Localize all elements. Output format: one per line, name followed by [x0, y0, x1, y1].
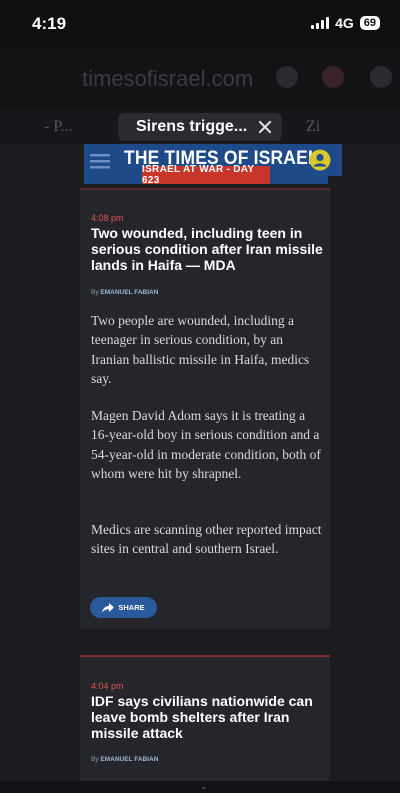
notification-icon[interactable] [276, 66, 298, 88]
entry-byline: By EMANUEL FABIAN [91, 756, 158, 763]
author-link[interactable]: EMANUEL FABIAN [100, 289, 158, 296]
entry-byline: By EMANUEL FABIAN [91, 289, 158, 296]
status-indicators: 4G 69 [311, 15, 380, 31]
profile-icon[interactable] [370, 66, 392, 88]
url-text[interactable]: timesofisrael.com [82, 66, 253, 92]
share-arrow-icon [102, 602, 115, 613]
entry-paragraph: Medics are scanning other reported impac… [91, 522, 322, 557]
entry-time: 4:04 pm [91, 681, 124, 691]
tab-current[interactable]: Sirens trigge... [118, 113, 282, 141]
share-label: SHARE [118, 603, 145, 612]
entry-time: 4:08 pm [91, 213, 124, 223]
entry-paragraph: Magen David Adom says it is treating a 1… [91, 408, 321, 482]
live-blog-entry: 4:08 pm Two wounded, including teen in s… [80, 188, 330, 629]
hamburger-menu-icon[interactable] [88, 150, 112, 172]
tab-next[interactable]: Zi [306, 118, 320, 136]
battery-icon: 69 [359, 16, 380, 30]
close-tab-icon[interactable] [258, 120, 272, 134]
author-link[interactable]: EMANUEL FABIAN [100, 756, 158, 763]
extension-icon[interactable] [322, 66, 344, 88]
tab-previous[interactable]: - P... [44, 118, 72, 136]
toolbar-chevron-icon[interactable]: ⌄ [200, 781, 208, 792]
byline-prefix: By [91, 756, 99, 763]
live-blog-entry: 4:04 pm IDF says civilians nationwide ca… [80, 655, 330, 781]
entry-paragraph: Two people are wounded, including a teen… [91, 313, 310, 387]
entry-headline[interactable]: Two wounded, including teen in serious c… [91, 225, 323, 273]
share-button[interactable]: SHARE [90, 597, 157, 618]
status-time: 4:19 [32, 14, 67, 33]
tab-current-label: Sirens trigge... [136, 118, 248, 135]
user-account-icon[interactable] [309, 149, 331, 171]
entry-divider [80, 188, 330, 190]
byline-prefix: By [91, 289, 99, 296]
signal-icon [311, 17, 330, 29]
network-type: 4G [335, 15, 354, 31]
entry-headline[interactable]: IDF says civilians nationwide can leave … [91, 693, 323, 741]
entry-divider [80, 655, 330, 657]
war-day-badge: ISRAEL AT WAR - DAY 623 [142, 164, 270, 186]
